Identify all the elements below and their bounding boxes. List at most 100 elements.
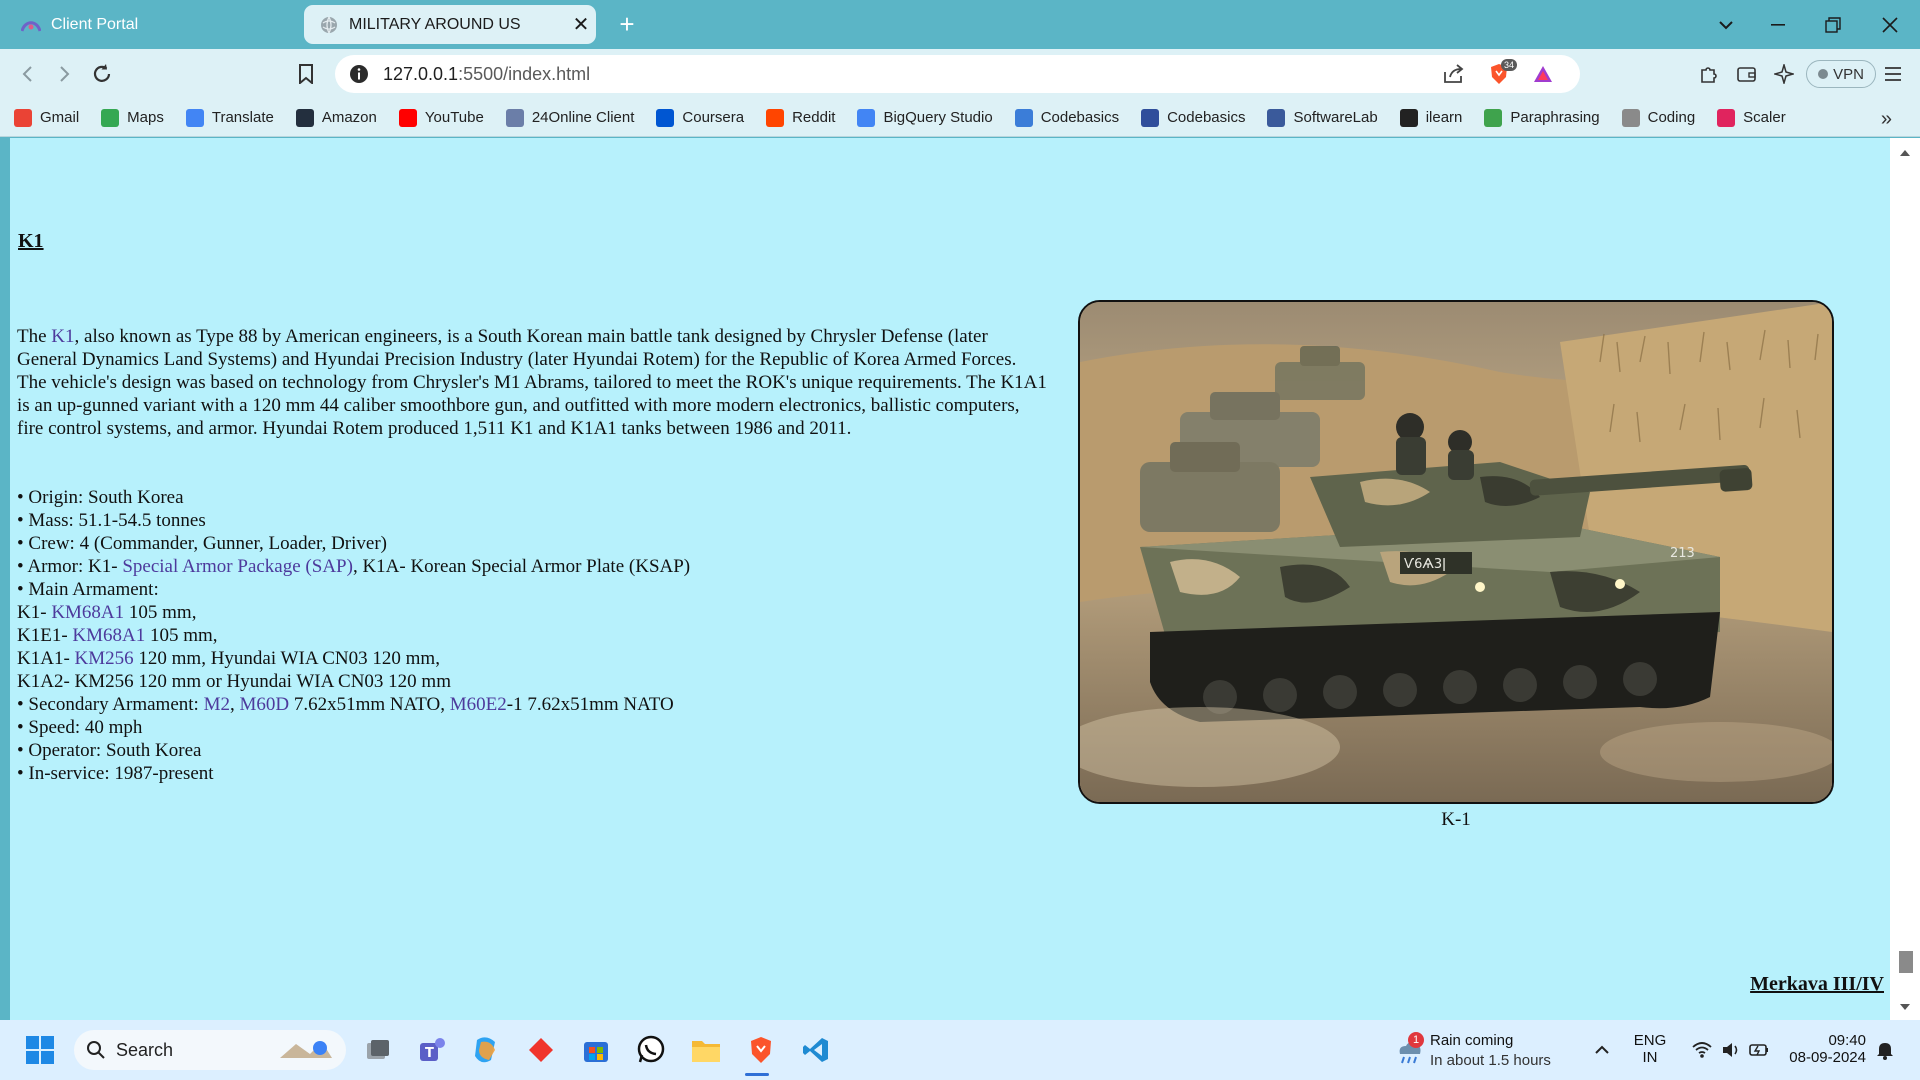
- task-view-icon[interactable]: [360, 1032, 396, 1068]
- k1-description: The K1, also known as Type 88 by America…: [17, 325, 1047, 440]
- back-arrow-icon[interactable]: [12, 58, 44, 90]
- svg-text:T: T: [425, 1046, 434, 1061]
- shields-count-badge: 34: [1501, 59, 1518, 71]
- system-tray-status[interactable]: [1680, 1032, 1780, 1068]
- bookmark-24online-client[interactable]: 24Online Client: [505, 108, 634, 127]
- sap-link[interactable]: Special Armor Package (SAP): [122, 556, 353, 577]
- reload-icon[interactable]: [86, 58, 118, 90]
- windows-taskbar: Search T 1 Rain coming In about 1.5 hour…: [0, 1020, 1920, 1080]
- close-window-icon[interactable]: [1870, 8, 1910, 42]
- scroll-up-arrow-icon[interactable]: [1898, 146, 1912, 160]
- section-heading-merkava: Merkava III/IV: [1750, 973, 1884, 995]
- minimize-window-icon[interactable]: [1758, 8, 1798, 42]
- bookmark-scaler[interactable]: Scaler: [1717, 108, 1786, 127]
- scrollbar-thumb[interactable]: [1899, 951, 1913, 973]
- bookmark-translate[interactable]: Translate: [185, 108, 274, 127]
- bookmark-paraphrasing[interactable]: Paraphrasing: [1484, 108, 1600, 127]
- bookmark-bigquery-studio[interactable]: BigQuery Studio: [857, 108, 993, 127]
- bookmark-label: YouTube: [424, 109, 484, 126]
- bookmark-label: Translate: [211, 109, 274, 126]
- url-text[interactable]: 127.0.0.1:5500/index.html: [383, 64, 590, 85]
- share-icon[interactable]: [1442, 62, 1466, 86]
- bookmark-label: Paraphrasing: [1510, 109, 1600, 126]
- battery-icon: [1749, 1043, 1769, 1057]
- weather-widget[interactable]: 1 Rain coming In about 1.5 hours: [1390, 1030, 1570, 1072]
- forward-arrow-icon[interactable]: [48, 58, 80, 90]
- notification-bell-icon[interactable]: [1870, 1032, 1900, 1068]
- file-explorer-icon[interactable]: [688, 1032, 724, 1068]
- tab-title: Client Portal: [51, 15, 139, 33]
- vpn-status-icon: [1818, 69, 1829, 79]
- search-icon: [86, 1040, 106, 1060]
- km256-link[interactable]: KM256: [75, 648, 134, 669]
- leo-ai-sparkle-icon[interactable]: [1771, 61, 1797, 87]
- bookmark-page-icon[interactable]: [290, 58, 322, 90]
- m60e2-link[interactable]: M60E2: [450, 694, 507, 715]
- secondary-prefix: • Secondary Armament:: [17, 694, 204, 715]
- close-tab-icon[interactable]: ✕: [566, 12, 596, 37]
- bookmark-coding[interactable]: Coding: [1621, 108, 1695, 127]
- whatsapp-icon[interactable]: [633, 1032, 669, 1068]
- page-scrollbar[interactable]: [1890, 138, 1920, 1020]
- bookmark-softwarelab[interactable]: SoftwareLab: [1267, 108, 1378, 127]
- vscode-icon[interactable]: [798, 1032, 834, 1068]
- bookmark-amazon[interactable]: Amazon: [295, 108, 377, 127]
- brave-rewards-icon[interactable]: [1531, 62, 1555, 86]
- spec-mass: • Mass: 51.1-54.5 tonnes: [17, 510, 206, 531]
- bookmark-ilearn[interactable]: ilearn: [1399, 108, 1462, 127]
- bookmark-codebasics[interactable]: Codebasics: [1014, 108, 1119, 127]
- language-indicator[interactable]: ENG IN: [1628, 1032, 1672, 1066]
- address-bar[interactable]: 127.0.0.1:5500/index.html 34: [335, 55, 1580, 93]
- taskbar-search[interactable]: Search: [74, 1030, 346, 1070]
- tab-search-chevron-icon[interactable]: [1706, 8, 1746, 42]
- restore-window-icon[interactable]: [1813, 8, 1853, 42]
- show-hidden-icons-chevron-icon[interactable]: [1584, 1032, 1620, 1068]
- turret-number-text: 213: [1670, 546, 1695, 561]
- amazon-icon: [295, 108, 314, 127]
- m2-link[interactable]: M2: [204, 694, 230, 715]
- section-heading-k1: K1: [18, 230, 44, 252]
- tab-client-portal[interactable]: Client Portal: [8, 5, 298, 44]
- bookmark-maps[interactable]: Maps: [101, 108, 164, 127]
- red-diamond-app-icon[interactable]: [523, 1032, 559, 1068]
- brave-browser-icon[interactable]: [743, 1032, 779, 1068]
- k1-gun-suffix: 105 mm,: [124, 602, 197, 623]
- m60d-link[interactable]: M60D: [239, 694, 289, 715]
- volume-icon: [1721, 1041, 1741, 1059]
- bookmark-gmail[interactable]: Gmail: [14, 108, 79, 127]
- k1-spec-list: • Origin: South Korea • Mass: 51.1-54.5 …: [17, 486, 1047, 785]
- globe-favicon-icon: [318, 14, 340, 36]
- more-bookmarks-chevron-icon[interactable]: »: [1881, 108, 1892, 131]
- wifi-icon: [1691, 1041, 1713, 1059]
- new-tab-button[interactable]: +: [612, 10, 642, 40]
- teams-icon[interactable]: T: [413, 1032, 449, 1068]
- bookmark-label: Maps: [127, 109, 164, 126]
- bookmark-coursera[interactable]: Coursera: [656, 108, 744, 127]
- tab-military-around-us[interactable]: MILITARY AROUND US ✕: [304, 5, 596, 44]
- clock[interactable]: 09:40 08-09-2024: [1782, 1032, 1866, 1066]
- weather-subtitle: In about 1.5 hours: [1430, 1052, 1551, 1069]
- wallet-icon[interactable]: [1734, 61, 1760, 87]
- scroll-down-arrow-icon[interactable]: [1898, 1000, 1912, 1014]
- vpn-button[interactable]: VPN: [1806, 60, 1876, 88]
- bookmark-codebasics[interactable]: Codebasics: [1141, 108, 1245, 127]
- maps-icon: [101, 108, 120, 127]
- bookmark-reddit[interactable]: Reddit: [766, 108, 836, 127]
- vpn-label: VPN: [1833, 65, 1864, 83]
- desc-body: , also known as Type 88 by American engi…: [17, 326, 1047, 439]
- secondary-suffix: -1 7.62x51mm NATO: [506, 694, 674, 715]
- k1-wiki-link[interactable]: K1: [51, 326, 74, 347]
- km68a1-link[interactable]: KM68A1: [72, 625, 145, 646]
- scaler-icon: [1717, 108, 1736, 127]
- brave-shields-icon[interactable]: 34: [1487, 59, 1518, 86]
- extensions-puzzle-icon[interactable]: [1696, 61, 1722, 87]
- windows-start-icon[interactable]: [22, 1032, 58, 1068]
- menu-hamburger-icon[interactable]: [1880, 61, 1906, 87]
- microsoft-store-icon[interactable]: [578, 1032, 614, 1068]
- bookmark-label: Reddit: [792, 109, 836, 126]
- km68a1-link[interactable]: KM68A1: [51, 602, 124, 623]
- bookmark-youtube[interactable]: YouTube: [398, 108, 484, 127]
- spec-in-service: • In-service: 1987-present: [17, 763, 214, 784]
- site-info-icon[interactable]: [347, 62, 371, 86]
- copilot-icon[interactable]: [468, 1032, 504, 1068]
